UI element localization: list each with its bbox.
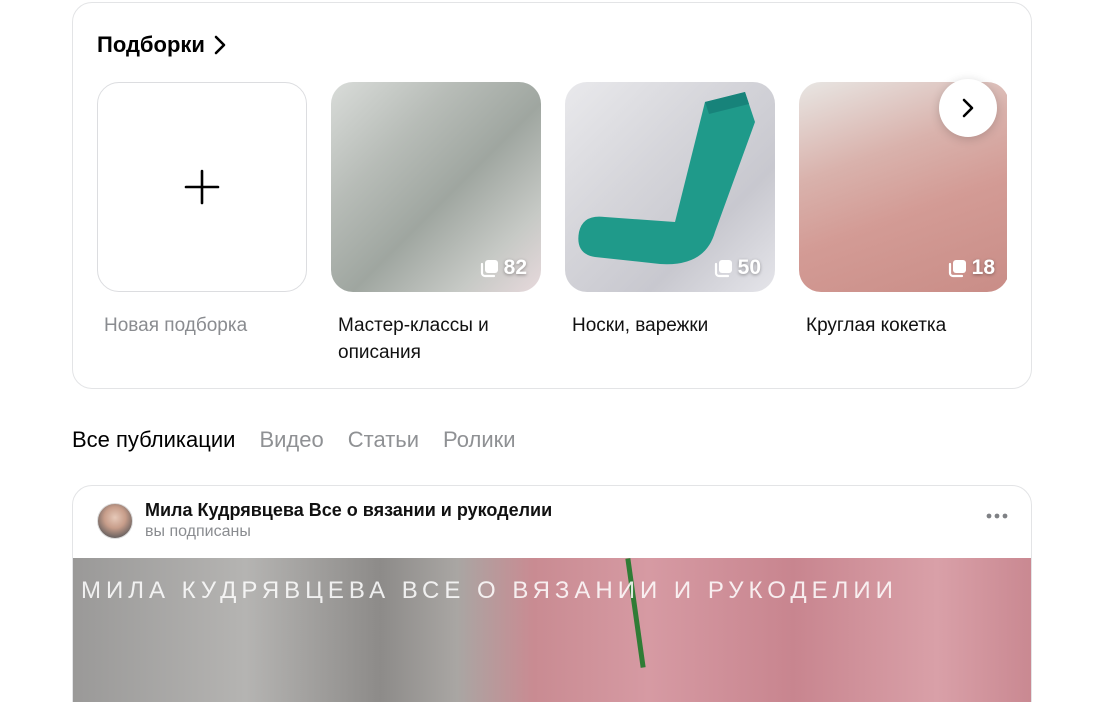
author-name[interactable]: Мила Кудрявцева Все о вязании и рукодели… — [145, 500, 552, 521]
collection-cover-image[interactable]: 82 — [331, 82, 541, 292]
collections-carousel: Новая подборка 82 Мастер-классы и описан… — [97, 82, 1007, 382]
stack-icon — [480, 260, 498, 278]
new-collection-tile[interactable]: Новая подборка — [97, 82, 307, 339]
collection-count-badge: 50 — [713, 256, 761, 280]
tab-clips[interactable]: Ролики — [443, 427, 516, 453]
tab-all-publications[interactable]: Все публикации — [72, 427, 235, 453]
publication-tabs: Все публикации Видео Статьи Ролики — [72, 427, 516, 453]
carousel-next-button[interactable] — [939, 79, 997, 137]
author-info: Мила Кудрявцева Все о вязании и рукодели… — [145, 500, 552, 541]
collections-card: Подборки Новая подборка 82 Мастер-классы… — [72, 2, 1032, 389]
collection-count-badge: 82 — [479, 256, 527, 280]
collection-label: Носки, варежки — [572, 315, 709, 336]
collection-tile[interactable]: 50 Носки, варежки — [565, 82, 775, 339]
new-collection-label: Новая подборка — [104, 315, 248, 336]
chevron-right-icon — [962, 98, 974, 118]
tab-video[interactable]: Видео — [259, 427, 323, 453]
collections-title: Подборки — [97, 32, 205, 57]
avatar[interactable] — [97, 502, 133, 539]
new-collection-button[interactable] — [97, 82, 307, 292]
subscription-status: вы подписаны — [145, 523, 251, 540]
post-image-watermark: МИЛА КУДРЯВЦЕВА ВСЕ О ВЯЗАНИИ И РУКОДЕЛИ… — [81, 577, 898, 604]
stack-icon — [714, 260, 732, 278]
collection-count: 18 — [971, 256, 995, 279]
more-dots-icon — [986, 513, 1008, 519]
plus-icon — [184, 169, 220, 205]
collections-header-link[interactable]: Подборки — [97, 32, 227, 58]
collection-count: 82 — [503, 256, 527, 279]
chevron-right-icon — [214, 35, 226, 55]
tab-articles[interactable]: Статьи — [348, 427, 419, 453]
collection-tile[interactable]: 82 Мастер-классы и описания — [331, 82, 541, 366]
post-card: Мила Кудрявцева Все о вязании и рукодели… — [72, 485, 1032, 702]
collection-count: 50 — [737, 256, 761, 279]
knitting-needle-graphic — [625, 558, 646, 668]
post-header: Мила Кудрявцева Все о вязании и рукодели… — [97, 500, 552, 541]
collection-cover-image[interactable]: 50 — [565, 82, 775, 292]
collection-label: Мастер-классы и описания — [338, 315, 489, 363]
stack-icon — [948, 260, 966, 278]
more-options-button[interactable] — [985, 512, 1009, 520]
post-image[interactable]: МИЛА КУДРЯВЦЕВА ВСЕ О ВЯЗАНИИ И РУКОДЕЛИ… — [73, 558, 1031, 702]
collection-label: Круглая кокетка — [806, 315, 947, 336]
collection-count-badge: 18 — [947, 256, 995, 280]
